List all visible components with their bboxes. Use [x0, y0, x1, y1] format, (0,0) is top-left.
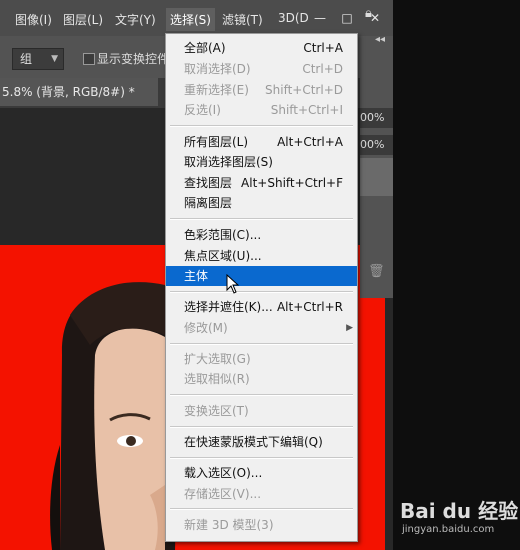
select-menu-dropdown: 全部(A) Ctrl+A 取消选择(D) Ctrl+D 重新选择(E) Shif…	[165, 33, 358, 542]
menu-item-shortcut: Alt+Ctrl+A	[277, 135, 343, 149]
document-tab-title: 5.8% (背景, RGB/8#) *	[2, 85, 135, 99]
menu-item-label: 焦点区域(U)...	[184, 249, 262, 263]
menu-item-load-selection[interactable]: 载入选区(O)...	[166, 463, 357, 483]
collapse-panels-icon[interactable]: ◂◂	[375, 34, 385, 45]
menu-item-shortcut: Shift+Ctrl+I	[270, 103, 343, 117]
menu-item-label: 存储选区(V)...	[184, 487, 262, 501]
menu-item-shortcut: Ctrl+A	[303, 41, 343, 55]
menu-item-label: 选取相似(R)	[184, 372, 250, 386]
menu-item-label: 全部(A)	[184, 41, 226, 55]
menu-item-inverse[interactable]: 反选(I) Shift+Ctrl+I	[166, 100, 357, 120]
menu-item-all[interactable]: 全部(A) Ctrl+A	[166, 38, 357, 58]
menu-item-select-and-mask[interactable]: 选择并遮住(K)... Alt+Ctrl+R	[166, 297, 357, 317]
minimize-icon[interactable]: —	[309, 8, 331, 28]
menu-item-transform-selection[interactable]: 变换选区(T)	[166, 401, 357, 421]
lock-icon[interactable]: 🔒︎	[365, 6, 372, 21]
document-tab[interactable]: 5.8% (背景, RGB/8#) *	[0, 78, 158, 106]
auto-select-dropdown[interactable]: 组 ▼	[12, 48, 64, 70]
menu-item-label: 重新选择(E)	[184, 83, 249, 97]
menu-item-label: 色彩范围(C)...	[184, 228, 262, 242]
submenu-arrow-icon: ▶	[346, 323, 353, 333]
menu-item-deselect-layers[interactable]: 取消选择图层(S)	[166, 152, 357, 172]
menu-item-isolate-layers[interactable]: 隔离图层	[166, 193, 357, 213]
menu-item-label: 在快速蒙版模式下编辑(Q)	[184, 435, 323, 449]
show-transform-label: 显示变换控件	[97, 52, 170, 66]
menu-image[interactable]: 图像(I)	[15, 11, 52, 28]
menu-item-label: 变换选区(T)	[184, 404, 249, 418]
menu-item-modify[interactable]: 修改(M) ▶	[166, 318, 357, 338]
menu-item-save-selection[interactable]: 存储选区(V)...	[166, 484, 357, 504]
menu-item-label: 选择并遮住(K)...	[184, 300, 273, 314]
menu-item-label: 修改(M)	[184, 321, 228, 335]
menu-separator	[170, 457, 353, 459]
baidu-watermark-logo: Bai du 经验	[400, 499, 519, 523]
menu-item-shortcut: Ctrl+D	[302, 62, 343, 76]
menu-filter[interactable]: 滤镜(T)	[222, 11, 263, 28]
menu-separator	[170, 218, 353, 220]
menu-item-label: 反选(I)	[184, 103, 221, 117]
menu-item-shortcut: Alt+Shift+Ctrl+F	[241, 176, 343, 190]
menu-item-label: 取消选择图层(S)	[184, 155, 273, 169]
watermark-url: jingyan.baidu.com	[402, 524, 495, 535]
menu-item-find-layers[interactable]: 查找图层 Alt+Shift+Ctrl+F	[166, 173, 357, 193]
menu-item-similar[interactable]: 选取相似(R)	[166, 369, 357, 389]
menu-item-grow[interactable]: 扩大选取(G)	[166, 349, 357, 369]
menu-separator	[170, 394, 353, 396]
layer-row[interactable]	[360, 158, 393, 196]
chevron-down-icon: ▼	[51, 54, 58, 64]
show-transform-checkbox[interactable]	[83, 53, 95, 65]
menu-item-label: 载入选区(O)...	[184, 466, 263, 480]
outside-area	[393, 0, 520, 550]
menu-type[interactable]: 文字(Y)	[115, 11, 156, 28]
trash-icon[interactable]: 🗑︎	[368, 264, 385, 279]
menu-item-label: 查找图层	[184, 176, 233, 190]
menu-item-label: 主体	[184, 269, 209, 283]
menu-3d[interactable]: 3D(D	[278, 11, 309, 25]
menu-item-new-3d-model[interactable]: 新建 3D 模型(3)	[166, 515, 357, 535]
menu-item-all-layers[interactable]: 所有图层(L) Alt+Ctrl+A	[166, 132, 357, 152]
fill-field[interactable]: 00%	[360, 135, 393, 155]
menu-separator	[170, 291, 353, 293]
menu-bar: 图像(I) 图层(L) 文字(Y) 选择(S) 滤镜(T) 3D(D — □ ✕	[0, 0, 393, 36]
menu-item-shortcut: Alt+Ctrl+R	[276, 300, 343, 314]
maximize-icon[interactable]: □	[336, 8, 358, 28]
menu-separator	[170, 426, 353, 428]
menu-item-label: 取消选择(D)	[184, 62, 251, 76]
menu-item-label: 扩大选取(G)	[184, 352, 251, 366]
menu-item-quick-mask[interactable]: 在快速蒙版模式下编辑(Q)	[166, 432, 357, 452]
menu-item-label: 新建 3D 模型(3)	[184, 518, 274, 532]
menu-separator	[170, 125, 353, 127]
menu-item-deselect[interactable]: 取消选择(D) Ctrl+D	[166, 59, 357, 79]
menu-item-label: 所有图层(L)	[184, 135, 249, 149]
menu-select[interactable]: 选择(S)	[166, 8, 215, 31]
menu-layer[interactable]: 图层(L)	[63, 11, 103, 28]
menu-separator	[170, 343, 353, 345]
mouse-cursor-icon	[226, 274, 240, 294]
menu-item-subject[interactable]: 主体	[166, 266, 357, 286]
menu-item-reselect[interactable]: 重新选择(E) Shift+Ctrl+D	[166, 80, 357, 100]
menu-item-focus-area[interactable]: 焦点区域(U)...	[166, 246, 357, 266]
menu-item-shortcut: Shift+Ctrl+D	[265, 83, 343, 97]
menu-separator	[170, 508, 353, 510]
menu-item-color-range[interactable]: 色彩范围(C)...	[166, 225, 357, 245]
opacity-field[interactable]: 00%	[360, 108, 393, 128]
auto-select-value: 组	[20, 52, 33, 66]
menu-item-label: 隔离图层	[184, 196, 233, 210]
